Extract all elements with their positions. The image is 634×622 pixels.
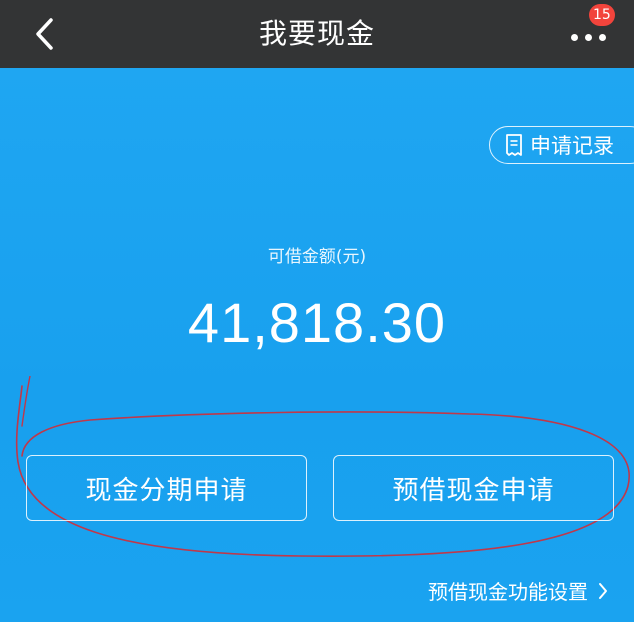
available-amount-value: 41,818.30 [187,291,447,354]
receipt-icon [506,134,522,156]
application-records-button[interactable]: 申请记录 [489,126,634,164]
more-dots-icon [570,33,606,41]
available-amount-label: 可借金额(元) [267,247,367,267]
page-title: 我要现金 [258,17,375,50]
main-panel: 申请记录 可借金额(元) 41,818.30 现金分期申请 预借现金申请 预借现… [0,68,634,622]
notification-badge: 15 [589,4,615,26]
application-records-label: 申请记录 [530,134,614,158]
top-bar: 我要现金 15 [0,0,634,68]
cash-installment-button[interactable]: 现金分期申请 [26,455,307,521]
cash-advance-settings-label: 预借现金功能设置 [428,580,588,604]
cash-advance-settings-link[interactable]: 预借现金功能设置 [428,576,608,605]
cash-advance-button[interactable]: 预借现金申请 [333,455,614,521]
chevron-right-icon [599,582,607,599]
